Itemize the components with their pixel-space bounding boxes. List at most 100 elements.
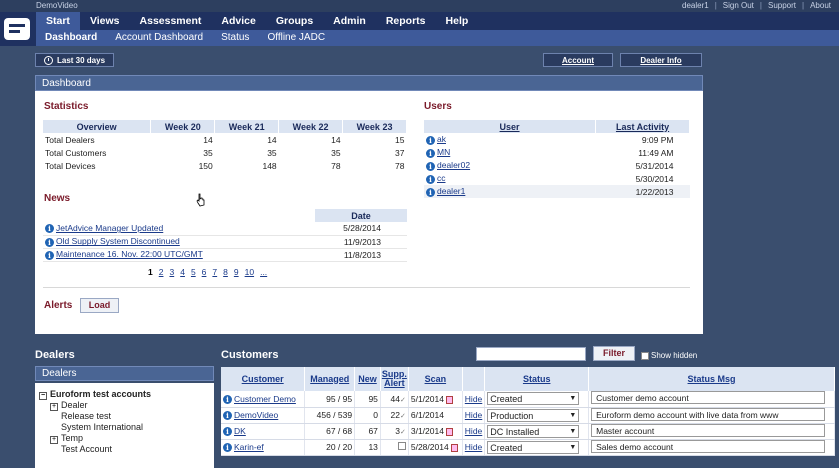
hide-link[interactable]: Hide	[465, 442, 482, 452]
info-icon[interactable]: i	[426, 161, 435, 171]
nav-admin[interactable]: Admin	[323, 12, 376, 30]
page-link[interactable]: 9	[234, 267, 239, 277]
news-link[interactable]: JetAdvice Manager Updated	[56, 223, 163, 233]
page-link[interactable]: 10	[245, 267, 254, 277]
hide-link[interactable]: Hide	[465, 410, 482, 420]
expand-icon[interactable]: +	[50, 436, 58, 444]
status-msg-field[interactable]: Euroform demo account with live data fro…	[591, 407, 826, 421]
collapse-icon[interactable]: −	[39, 392, 47, 400]
users-header-user[interactable]: User	[424, 120, 597, 133]
subnav-offline-jadc[interactable]: Offline JADC	[258, 30, 334, 46]
nav-assessment[interactable]: Assessment	[130, 12, 212, 30]
news-link[interactable]: Old Supply System Discontinued	[56, 236, 180, 246]
account-button[interactable]: Account	[543, 53, 613, 67]
expand-icon[interactable]: +	[50, 403, 58, 411]
username-link[interactable]: dealer1	[682, 1, 709, 10]
supp-alert-checkbox[interactable]	[397, 442, 406, 450]
news-link[interactable]: Maintenance 16. Nov. 22:00 UTC/GMT	[56, 249, 203, 259]
user-link[interactable]: dealer02	[437, 160, 470, 170]
col-status-msg[interactable]: Status Msg	[588, 367, 835, 391]
info-icon[interactable]: i	[426, 135, 435, 145]
status-select[interactable]: Created	[487, 392, 580, 406]
filter-button[interactable]: Filter	[593, 346, 635, 361]
customer-link[interactable]: DK	[234, 426, 246, 436]
hide-link[interactable]: Hide	[465, 394, 482, 404]
support-link[interactable]: Support	[768, 1, 796, 10]
subnav-status[interactable]: Status	[212, 30, 258, 46]
tree-item-test-account[interactable]: Test Account	[61, 444, 112, 454]
hide-link[interactable]: Hide	[465, 426, 482, 436]
customer-link[interactable]: DemoVideo	[234, 410, 278, 420]
col-managed[interactable]: Managed	[304, 367, 356, 391]
nav-help[interactable]: Help	[436, 12, 479, 30]
status-select[interactable]: Production	[487, 408, 580, 422]
info-icon[interactable]: i	[223, 427, 232, 437]
customer-link[interactable]: Customer Demo	[234, 394, 296, 404]
page-more-link[interactable]: ...	[260, 267, 267, 277]
info-icon[interactable]: i	[45, 237, 54, 247]
show-hidden-toggle[interactable]: Show hidden	[641, 351, 697, 360]
logo-icon[interactable]	[4, 18, 30, 40]
page-link[interactable]: 6	[202, 267, 207, 277]
user-link[interactable]: dealer1	[437, 186, 465, 196]
page-link[interactable]: 4	[180, 267, 185, 277]
page-link[interactable]: 5	[191, 267, 196, 277]
tree-item-temp[interactable]: + Temp	[50, 433, 83, 444]
nav-start[interactable]: Start	[36, 12, 80, 30]
tree-item-euroform[interactable]: − Euroform test accounts	[39, 389, 151, 400]
status-select[interactable]: DC Installed	[487, 424, 580, 438]
tree-item-system-international[interactable]: System International	[61, 422, 143, 432]
info-icon[interactable]: i	[45, 224, 54, 234]
info-icon[interactable]: i	[426, 187, 435, 197]
col-new[interactable]: New	[354, 367, 381, 391]
user-link[interactable]: cc	[437, 173, 446, 183]
status-select[interactable]: Created	[487, 440, 580, 454]
about-link[interactable]: About	[810, 1, 831, 10]
nav-groups[interactable]: Groups	[266, 12, 323, 30]
dealer-info-link[interactable]: Dealer Info	[640, 56, 681, 65]
col-scan[interactable]: Scan	[408, 367, 463, 391]
info-icon[interactable]: i	[223, 411, 232, 421]
subnav-dashboard[interactable]: Dashboard	[36, 30, 106, 46]
info-icon[interactable]: i	[223, 394, 232, 404]
nav-views[interactable]: Views	[80, 12, 130, 30]
news-row: i Maintenance 16. Nov. 22:00 UTC/GMT 11/8…	[43, 248, 407, 262]
subnav-account-dashboard[interactable]: Account Dashboard	[106, 30, 212, 46]
document-icon[interactable]	[450, 443, 458, 452]
page-link[interactable]: 8	[223, 267, 228, 277]
status-msg-field[interactable]: Master account	[591, 423, 826, 437]
status-msg-field[interactable]: Sales demo account	[591, 439, 826, 453]
col-customer[interactable]: Customer	[221, 367, 306, 391]
users-header-activity[interactable]: Last Activity	[595, 120, 690, 133]
tree-item-dealer[interactable]: + Dealer	[50, 400, 88, 411]
filter-input[interactable]	[476, 347, 586, 361]
nav-reports[interactable]: Reports	[376, 12, 436, 30]
dealer-info-button[interactable]: Dealer Info	[620, 53, 702, 67]
document-icon[interactable]	[445, 395, 453, 404]
page-link[interactable]: 7	[212, 267, 217, 277]
scan-date: 5/28/2014	[410, 442, 449, 452]
document-icon[interactable]	[445, 427, 453, 436]
customer-link[interactable]: Karin-ef	[234, 442, 264, 452]
nav-advice[interactable]: Advice	[211, 12, 265, 30]
page-link[interactable]: 3	[169, 267, 174, 277]
account-link[interactable]: Account	[562, 56, 594, 65]
col-supp-alert[interactable]: Supp. Alert	[380, 367, 409, 391]
user-link[interactable]: ak	[437, 134, 446, 144]
last-30-days-button[interactable]: Last 30 days	[35, 53, 114, 67]
info-icon[interactable]: i	[45, 250, 54, 260]
managed-value: 95 / 95	[304, 391, 356, 408]
show-hidden-checkbox[interactable]	[641, 351, 649, 360]
load-alerts-button[interactable]: Load	[80, 298, 119, 313]
info-icon[interactable]: i	[426, 148, 435, 158]
page-link[interactable]: 2	[159, 267, 164, 277]
tree-item-release-test[interactable]: Release test	[61, 411, 111, 421]
status-msg-field[interactable]: Customer demo account	[591, 391, 826, 405]
scan-date: 5/1/2014	[410, 393, 444, 404]
info-icon[interactable]: i	[223, 443, 232, 453]
sign-out-link[interactable]: Sign Out	[723, 1, 754, 10]
col-status[interactable]: Status	[484, 367, 590, 391]
info-icon[interactable]: i	[426, 174, 435, 184]
customers-heading: Customers	[221, 349, 279, 361]
user-link[interactable]: MN	[437, 147, 450, 157]
